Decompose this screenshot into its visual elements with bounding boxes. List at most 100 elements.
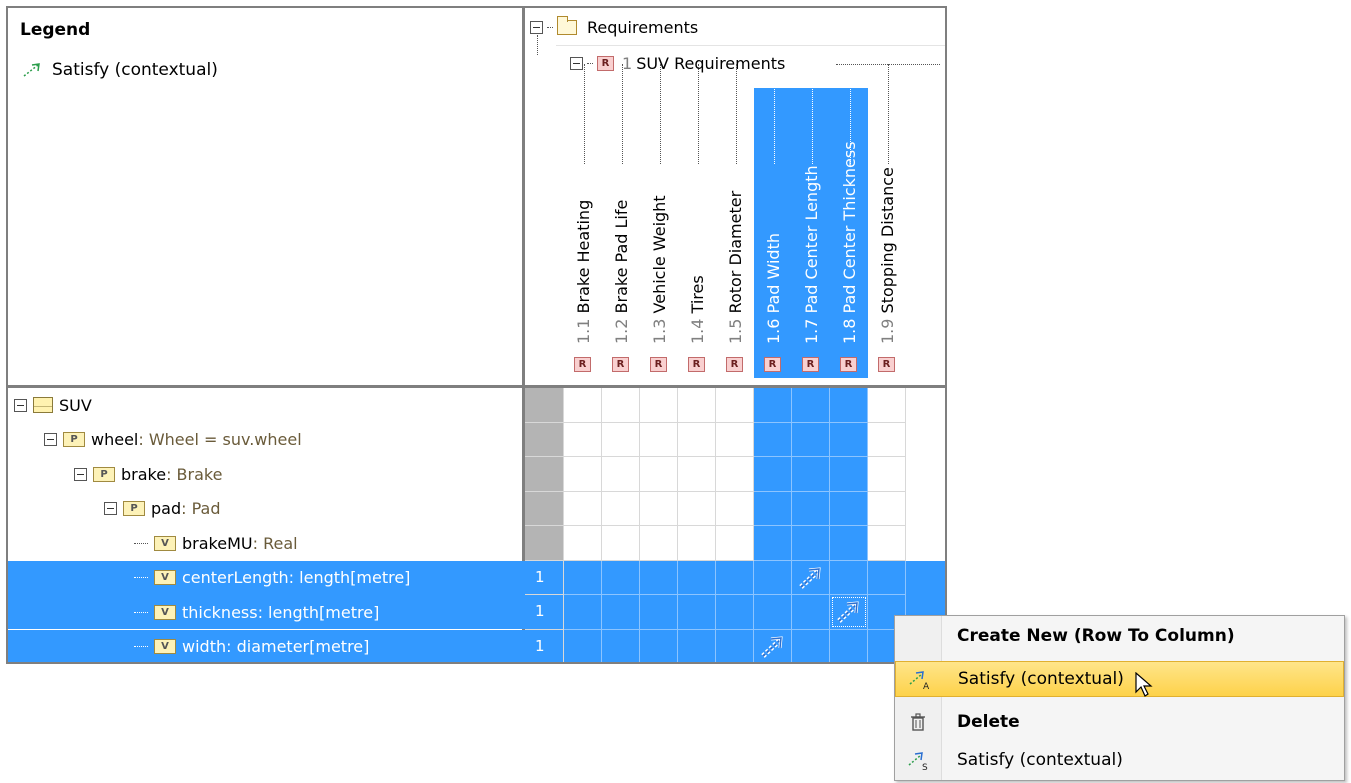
- menu-item-satisfy-contextual[interactable]: S Satisfy (contextual): [895, 742, 1344, 778]
- matrix-cell[interactable]: [792, 491, 830, 526]
- matrix-cell[interactable]: [830, 457, 868, 492]
- column-group-suv-requirements[interactable]: R 1 SUV Requirements: [570, 54, 785, 73]
- matrix-cell[interactable]: [754, 595, 792, 630]
- collapse-icon[interactable]: [74, 467, 87, 481]
- matrix-cell[interactable]: [868, 560, 906, 595]
- matrix-cell[interactable]: [564, 526, 602, 561]
- collapse-icon[interactable]: [530, 21, 543, 34]
- matrix-cell[interactable]: [868, 457, 906, 492]
- matrix-cell[interactable]: [640, 388, 678, 423]
- matrix-cell[interactable]: [830, 422, 868, 457]
- column-header-6[interactable]: 1.7 Pad Center Length R: [792, 64, 830, 378]
- matrix-cell[interactable]: [792, 526, 830, 561]
- collapse-icon[interactable]: [14, 398, 27, 412]
- matrix-cell[interactable]: [640, 422, 678, 457]
- value-property-icon: V: [154, 535, 176, 551]
- column-name: Rotor Diameter: [726, 190, 745, 314]
- menu-item-delete[interactable]: Delete: [895, 704, 1344, 740]
- matrix-cell[interactable]: [640, 457, 678, 492]
- matrix-cell[interactable]: [640, 526, 678, 561]
- matrix-cell[interactable]: [830, 491, 868, 526]
- column-tree-root[interactable]: Requirements: [530, 16, 698, 37]
- matrix-cell[interactable]: [602, 629, 640, 662]
- matrix-cell[interactable]: [792, 457, 830, 492]
- matrix-cell[interactable]: [830, 560, 868, 595]
- column-header-7[interactable]: 1.8 Pad Center Thickness R: [830, 64, 868, 378]
- matrix-cell[interactable]: [830, 526, 868, 561]
- column-number: 1.9: [878, 318, 897, 344]
- matrix-cell[interactable]: [754, 526, 792, 561]
- matrix-cell[interactable]: [792, 422, 830, 457]
- row-count-cell: 1: [525, 629, 564, 662]
- matrix-cell[interactable]: [868, 491, 906, 526]
- matrix-cell[interactable]: [640, 560, 678, 595]
- column-header-4[interactable]: 1.5 Rotor Diameter R: [716, 64, 754, 378]
- matrix-cell[interactable]: [678, 560, 716, 595]
- matrix-cell[interactable]: [754, 491, 792, 526]
- matrix-cell[interactable]: [716, 388, 754, 423]
- menu-header-create-new: Create New (Row To Column): [957, 626, 1235, 646]
- matrix-cell[interactable]: [830, 629, 868, 662]
- matrix-cell[interactable]: [678, 526, 716, 561]
- matrix-cell[interactable]: [754, 422, 792, 457]
- matrix-cell[interactable]: [678, 422, 716, 457]
- matrix-cell[interactable]: [716, 491, 754, 526]
- matrix-cell[interactable]: [868, 422, 906, 457]
- matrix-cell[interactable]: [564, 595, 602, 630]
- matrix-cell[interactable]: [602, 457, 640, 492]
- row-name: SUV: [59, 395, 92, 415]
- matrix-cell[interactable]: [564, 560, 602, 595]
- satisfy-relation-icon[interactable]: [754, 630, 792, 663]
- matrix-cell[interactable]: [678, 388, 716, 423]
- folder-icon: [557, 16, 577, 35]
- matrix-cell[interactable]: [640, 629, 678, 662]
- matrix-cell[interactable]: [792, 388, 830, 423]
- satisfy-relation-icon[interactable]: [830, 595, 868, 629]
- matrix-cell[interactable]: [716, 526, 754, 561]
- matrix-cell[interactable]: [868, 388, 906, 423]
- matrix-cell[interactable]: [602, 526, 640, 561]
- matrix-cell[interactable]: [716, 422, 754, 457]
- matrix-cell[interactable]: [830, 388, 868, 423]
- matrix-cell[interactable]: [792, 595, 830, 630]
- column-header-8[interactable]: 1.9 Stopping Distance R: [868, 64, 906, 378]
- row-count-cell: 1: [525, 560, 564, 595]
- matrix-cell[interactable]: [754, 560, 792, 595]
- matrix-cell[interactable]: [564, 629, 602, 662]
- matrix-cell[interactable]: [602, 491, 640, 526]
- matrix-cell[interactable]: [564, 457, 602, 492]
- matrix-cell[interactable]: [716, 629, 754, 662]
- column-name: Pad Center Thickness: [840, 141, 859, 314]
- matrix-cell[interactable]: [754, 388, 792, 423]
- collapse-icon[interactable]: [104, 502, 117, 515]
- matrix-cell[interactable]: [602, 388, 640, 423]
- matrix-cell[interactable]: [716, 595, 754, 630]
- matrix-cell[interactable]: [678, 629, 716, 662]
- matrix-cell[interactable]: [602, 422, 640, 457]
- matrix-cell[interactable]: [678, 457, 716, 492]
- matrix-cell[interactable]: [678, 595, 716, 630]
- matrix-cell[interactable]: [564, 388, 602, 423]
- satisfy-relation-icon[interactable]: [792, 561, 830, 595]
- menu-item-satisfy-contextual-create[interactable]: A Satisfy (contextual): [895, 661, 1344, 697]
- column-header-3[interactable]: 1.4 Tires R: [678, 64, 716, 378]
- matrix-cell[interactable]: [716, 457, 754, 492]
- column-header-2[interactable]: 1.3 Vehicle Weight R: [640, 64, 678, 378]
- matrix-cell[interactable]: [868, 526, 906, 561]
- matrix-cell[interactable]: [716, 560, 754, 595]
- matrix-cell[interactable]: [564, 422, 602, 457]
- matrix-cell[interactable]: [792, 629, 830, 662]
- collapse-icon[interactable]: [44, 433, 57, 446]
- column-header-5[interactable]: 1.6 Pad Width R: [754, 64, 792, 378]
- matrix-cell[interactable]: [564, 491, 602, 526]
- matrix-cell[interactable]: [640, 491, 678, 526]
- column-header-1[interactable]: 1.2 Brake Pad Life R: [602, 64, 640, 378]
- row-type: : Wheel = suv.wheel: [138, 430, 302, 449]
- matrix-cell[interactable]: [678, 491, 716, 526]
- matrix-cell[interactable]: [754, 457, 792, 492]
- satisfy-icon: S: [895, 749, 941, 771]
- matrix-cell[interactable]: [602, 560, 640, 595]
- matrix-cell[interactable]: [602, 595, 640, 630]
- matrix-cell[interactable]: [640, 595, 678, 630]
- column-header-0[interactable]: 1.1 Brake Heating R: [564, 64, 602, 378]
